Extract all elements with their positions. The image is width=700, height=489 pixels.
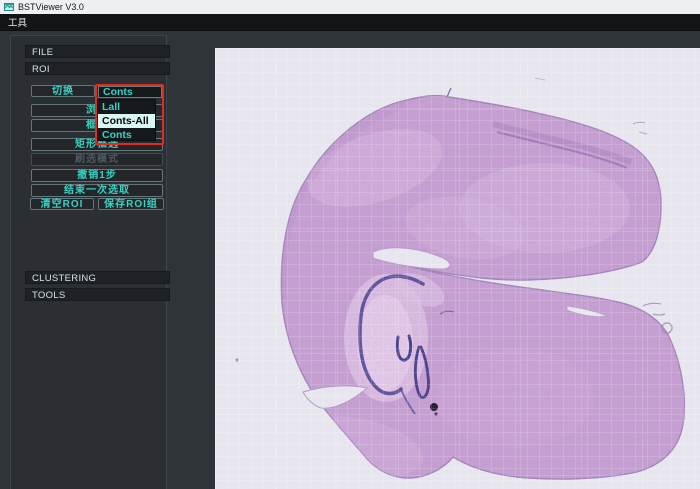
save-roi-button[interactable]: 保存ROI组 <box>98 198 164 210</box>
menu-item-tools[interactable]: 工具 <box>0 14 35 30</box>
dropdown-option-conts[interactable]: Conts <box>98 128 155 142</box>
switch-button[interactable]: 切换 <box>31 85 95 97</box>
sidebar-section-tools[interactable]: TOOLS <box>25 288 170 301</box>
sidebar-section-file[interactable]: FILE <box>25 45 170 58</box>
title-bar: BSTViewer V3.0 <box>0 0 700 14</box>
sidebar-section-roi[interactable]: ROI <box>25 62 170 75</box>
window-title: BSTViewer V3.0 <box>18 2 84 12</box>
sidebar-section-clustering[interactable]: CLUSTERING <box>25 271 170 284</box>
end-selection-button[interactable]: 结束一次选取 <box>31 184 163 197</box>
roi-type-dropdown-popup: Lall Conts-All Conts <box>97 99 156 141</box>
slide-viewer-canvas[interactable] <box>215 48 700 489</box>
app-icon <box>4 2 14 12</box>
sidebar-panel: FILE ROI 切换 浏览 框选 矩形框选 刷选模式 撤销1步 结束一次选取 … <box>10 35 167 489</box>
tissue-image <box>215 48 700 489</box>
clear-roi-button[interactable]: 清空ROI <box>30 198 94 210</box>
main-area: FILE ROI 切换 浏览 框选 矩形框选 刷选模式 撤销1步 结束一次选取 … <box>0 31 700 489</box>
dropdown-option-lall[interactable]: Lall <box>98 100 155 114</box>
undo-button[interactable]: 撤销1步 <box>31 169 163 182</box>
dropdown-option-conts-all[interactable]: Conts-All <box>98 114 155 128</box>
menu-bar: 工具 <box>0 14 700 31</box>
brush-mode-button: 刷选模式 <box>31 153 163 166</box>
roi-type-dropdown[interactable]: Conts <box>98 86 162 98</box>
